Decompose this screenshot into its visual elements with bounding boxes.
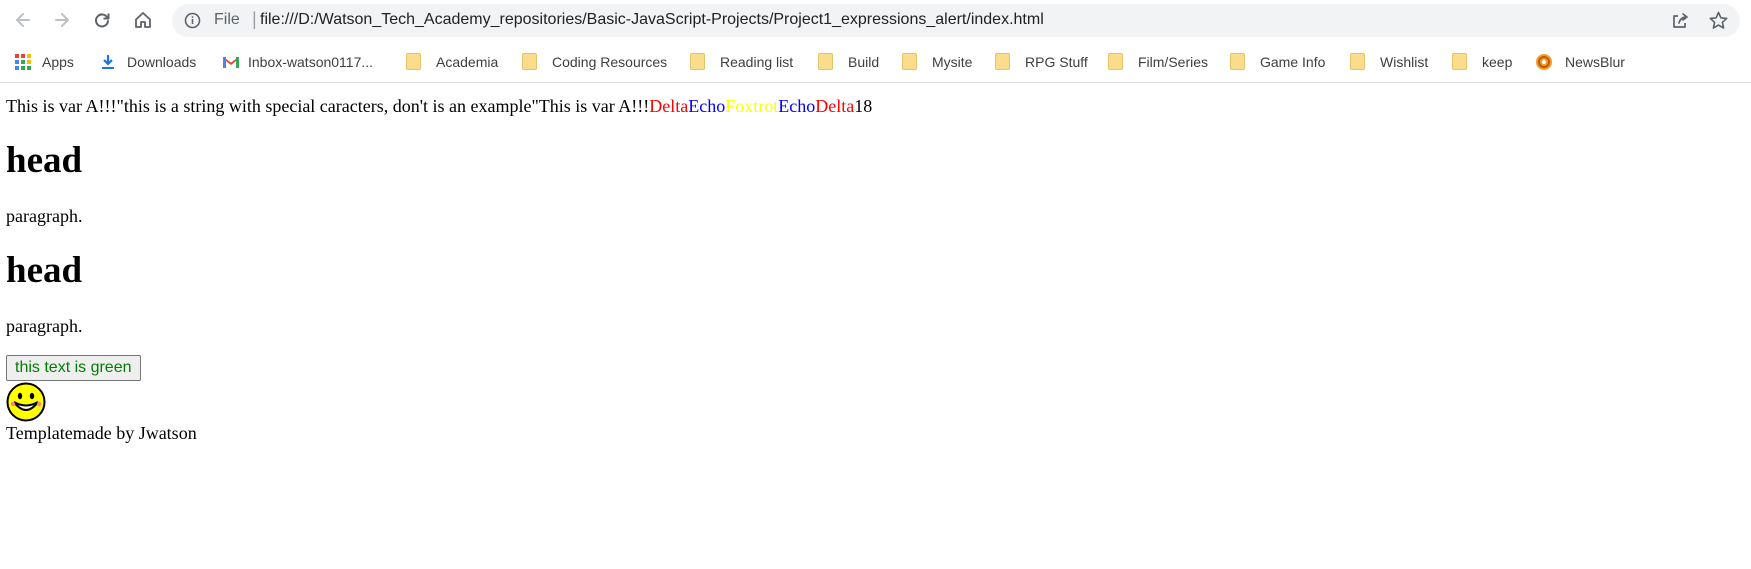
bookmark-coding-resources[interactable]: Coding Resources (522, 50, 667, 74)
delta-text-red: Delta (649, 96, 689, 116)
newsblur-icon (1536, 54, 1552, 70)
folder-icon (1350, 53, 1365, 70)
bookmark-film-series[interactable]: Film/Series (1108, 50, 1208, 74)
string-output-text: This is var A!!!"this is a string with s… (6, 96, 650, 116)
bookmark-game-info[interactable]: Game Info (1230, 50, 1325, 74)
bookmark-apps[interactable]: Apps (14, 50, 74, 74)
green-text-button[interactable]: this text is green (6, 355, 141, 381)
share-icon[interactable] (1670, 11, 1690, 31)
url-separator: | (252, 9, 257, 29)
folder-icon (1452, 53, 1467, 70)
bookmark-rpg-stuff[interactable]: RPG Stuff (995, 50, 1088, 74)
bookmark-label: keep (1482, 54, 1513, 70)
folder-icon (690, 53, 705, 70)
bookmark-label: RPG Stuff (1025, 54, 1088, 70)
bookmark-label: Apps (42, 54, 74, 70)
bookmark-inbox[interactable]: Inbox-watson0117... (222, 50, 373, 74)
bookmark-downloads[interactable]: Downloads (99, 50, 196, 74)
bookmark-mysite[interactable]: Mysite (902, 50, 972, 74)
bookmark-keep[interactable]: keep (1452, 50, 1512, 74)
number-output: 18 (854, 96, 873, 116)
arrow-right-icon (55, 13, 69, 27)
smiley-face-icon (6, 382, 46, 422)
heading-1: head (6, 140, 83, 181)
bookmark-label: Build (848, 54, 880, 70)
bookmark-star-icon[interactable] (1708, 10, 1729, 31)
bookmark-label: Inbox-watson0117... (248, 54, 374, 70)
bookmark-build[interactable]: Build (818, 50, 879, 74)
bookmark-label: Reading list (720, 54, 794, 70)
bookmark-label: Mysite (932, 54, 973, 70)
bookmark-label: Game Info (1260, 54, 1326, 70)
bookmarks-bar: Apps Downloads Inbox-watson0117... Acade… (0, 41, 1751, 83)
echo-text-blue: Echo (688, 96, 726, 116)
apps-grid-icon (15, 54, 31, 70)
folder-icon (522, 53, 537, 70)
reload-button[interactable] (86, 4, 118, 36)
folder-icon (902, 53, 917, 70)
browser-toolbar: File | file:///D:/Watson_Tech_Academy_re… (0, 0, 1751, 41)
back-button[interactable] (7, 4, 39, 36)
folder-icon (1108, 53, 1123, 70)
home-button[interactable] (127, 4, 159, 36)
info-icon[interactable] (184, 12, 201, 29)
reload-icon (95, 13, 110, 28)
forward-button[interactable] (46, 4, 78, 36)
template-credit: Templatemade by Jwatson (6, 423, 197, 443)
heading-2: head (6, 250, 83, 291)
bookmark-label: Academia (436, 54, 499, 70)
download-icon (102, 55, 114, 69)
folder-icon (818, 53, 833, 70)
paragraph-1: paragraph. (6, 206, 83, 226)
bookmark-label: Downloads (127, 54, 197, 70)
url-text[interactable]: file:///D:/Watson_Tech_Academy_repositor… (260, 11, 1044, 29)
foxtrot-text-yellow: Foxtrot (725, 96, 779, 116)
bookmark-label: Wishlist (1380, 54, 1429, 70)
echo-text-blue: Echo (778, 96, 816, 116)
gmail-icon (222, 56, 240, 68)
delta-text-red: Delta (815, 96, 855, 116)
arrow-left-icon (16, 13, 30, 27)
paragraph-2: paragraph. (6, 316, 83, 336)
home-icon (135, 12, 151, 28)
address-bar[interactable]: File | file:///D:/Watson_Tech_Academy_re… (172, 4, 1740, 37)
bookmark-academia[interactable]: Academia (406, 50, 498, 74)
page-content: This is var A!!!"this is a string with s… (6, 83, 1751, 444)
bookmark-label: Coding Resources (552, 54, 668, 70)
folder-icon (995, 53, 1010, 70)
bookmark-label: NewsBlur (1565, 54, 1625, 70)
bookmark-newsblur[interactable]: NewsBlur (1535, 50, 1625, 74)
folder-icon (1230, 53, 1245, 70)
bookmark-label: Film/Series (1138, 54, 1209, 70)
url-scheme-label: File (214, 11, 240, 28)
folder-icon (406, 53, 421, 70)
bookmark-reading-list[interactable]: Reading list (690, 50, 793, 74)
bookmark-wishlist[interactable]: Wishlist (1350, 50, 1428, 74)
output-line: This is var A!!!"this is a string with s… (6, 95, 1751, 117)
